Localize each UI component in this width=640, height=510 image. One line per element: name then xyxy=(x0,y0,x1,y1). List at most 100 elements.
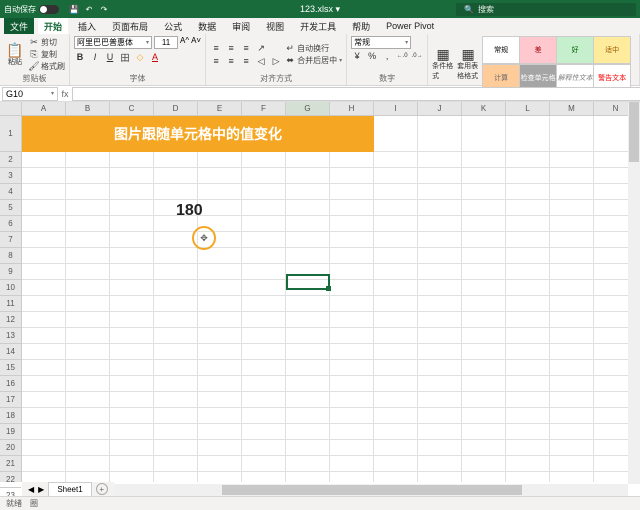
toggle-switch-icon[interactable] xyxy=(39,5,59,14)
sheet-nav-next[interactable]: ▶ xyxy=(38,485,44,494)
row-header[interactable]: 5 xyxy=(0,200,21,216)
style-neutral[interactable]: 适中 xyxy=(593,36,631,64)
select-all-corner[interactable] xyxy=(0,102,21,116)
scrollbar-thumb[interactable] xyxy=(629,102,639,162)
undo-icon[interactable]: ↶ xyxy=(84,4,94,14)
status-accessibility[interactable]: 圈 xyxy=(30,498,38,509)
cells-area[interactable]: document.write(Array(22).fill('<div clas… xyxy=(22,116,640,482)
font-decrease-button[interactable]: A˅ xyxy=(191,36,201,49)
currency-button[interactable]: ¥ xyxy=(351,50,363,62)
row-header[interactable]: 8 xyxy=(0,248,21,264)
tab-formulas[interactable]: 公式 xyxy=(158,18,188,34)
col-header[interactable]: B xyxy=(66,102,110,115)
row-header[interactable]: 15 xyxy=(0,360,21,376)
indent-decrease-button[interactable]: ◁ xyxy=(255,55,267,67)
sheet-tab[interactable]: Sheet1 xyxy=(48,482,91,496)
border-button[interactable]: 田 xyxy=(119,51,131,63)
search-box[interactable]: 🔍 搜索 xyxy=(456,3,636,16)
row-header[interactable]: 4 xyxy=(0,184,21,200)
row-header[interactable]: 21 xyxy=(0,456,21,472)
align-left-button[interactable]: ≡ xyxy=(210,55,222,67)
col-header[interactable]: I xyxy=(374,102,418,115)
name-box[interactable]: G10▾ xyxy=(2,87,58,101)
tab-home[interactable]: 开始 xyxy=(38,18,68,34)
format-as-table-button[interactable]: ▦套用表格格式 xyxy=(457,47,479,81)
col-header[interactable]: D xyxy=(154,102,198,115)
merged-title-cell[interactable]: 图片跟随单元格中的值变化 xyxy=(22,116,374,152)
style-normal[interactable]: 常规 xyxy=(482,36,520,64)
align-center-button[interactable]: ≡ xyxy=(225,55,237,67)
font-color-button[interactable]: A xyxy=(149,51,161,63)
row-header[interactable]: 13 xyxy=(0,328,21,344)
tab-dev[interactable]: 开发工具 xyxy=(294,18,342,34)
row-header[interactable]: 1 xyxy=(0,116,21,152)
row-header[interactable]: 7 xyxy=(0,232,21,248)
fill-color-button[interactable]: ◇ xyxy=(134,51,146,63)
row-header[interactable]: 20 xyxy=(0,440,21,456)
align-right-button[interactable]: ≡ xyxy=(240,55,252,67)
paste-button[interactable]: 📋 粘贴 xyxy=(4,38,26,72)
col-header[interactable]: K xyxy=(462,102,506,115)
row-header[interactable]: 19 xyxy=(0,424,21,440)
row-header[interactable]: 14 xyxy=(0,344,21,360)
row-header[interactable]: 3 xyxy=(0,168,21,184)
merge-center-button[interactable]: ⬌合并后居中▾ xyxy=(285,55,342,66)
bold-button[interactable]: B xyxy=(74,51,86,63)
active-cell-selection[interactable] xyxy=(286,274,330,290)
col-header[interactable]: A xyxy=(22,102,66,115)
orientation-button[interactable]: ↗ xyxy=(255,42,267,54)
cell-styles-gallery[interactable]: 常规 差 好 适中 计算 检查单元格 解释性文本 警告文本 xyxy=(482,36,630,92)
col-header[interactable]: H xyxy=(330,102,374,115)
col-header[interactable]: C xyxy=(110,102,154,115)
row-header[interactable]: 18 xyxy=(0,408,21,424)
comma-button[interactable]: , xyxy=(381,50,393,62)
cut-button[interactable]: ✂剪切 xyxy=(29,37,65,48)
align-bottom-button[interactable]: ≡ xyxy=(240,42,252,54)
filename[interactable]: 123.xlsx ▾ xyxy=(300,4,340,15)
col-header[interactable]: L xyxy=(506,102,550,115)
row-header[interactable]: 22 xyxy=(0,472,21,488)
fx-icon[interactable]: fx xyxy=(58,89,72,99)
tab-help[interactable]: 帮助 xyxy=(346,18,376,34)
align-top-button[interactable]: ≡ xyxy=(210,42,222,54)
format-painter-button[interactable]: 🖌格式刷 xyxy=(29,61,65,72)
conditional-format-button[interactable]: ▦条件格式 xyxy=(432,47,454,81)
autosave-toggle[interactable]: 自动保存 xyxy=(4,4,59,15)
row-header[interactable]: 11 xyxy=(0,296,21,312)
cell-value[interactable]: 180 xyxy=(176,202,203,220)
tab-powerpivot[interactable]: Power Pivot xyxy=(380,18,440,34)
tab-layout[interactable]: 页面布局 xyxy=(106,18,154,34)
col-header[interactable]: G xyxy=(286,102,330,115)
decrease-decimal-button[interactable]: .0→ xyxy=(411,50,423,62)
save-icon[interactable]: 💾 xyxy=(69,4,79,14)
tab-review[interactable]: 审阅 xyxy=(226,18,256,34)
col-header[interactable]: E xyxy=(198,102,242,115)
redo-icon[interactable]: ↷ xyxy=(99,4,109,14)
font-size-select[interactable]: 11 xyxy=(154,36,178,49)
row-header[interactable]: 9 xyxy=(0,264,21,280)
style-good[interactable]: 好 xyxy=(556,36,594,64)
scrollbar-thumb[interactable] xyxy=(222,485,522,495)
scrollbar-vertical[interactable] xyxy=(628,102,640,484)
font-increase-button[interactable]: A^ xyxy=(180,36,189,49)
tab-view[interactable]: 视图 xyxy=(260,18,290,34)
col-header[interactable]: J xyxy=(418,102,462,115)
style-bad[interactable]: 差 xyxy=(519,36,557,64)
row-header[interactable]: 2 xyxy=(0,152,21,168)
add-sheet-button[interactable]: + xyxy=(96,483,108,495)
row-header[interactable]: 12 xyxy=(0,312,21,328)
underline-button[interactable]: U xyxy=(104,51,116,63)
tab-file[interactable]: 文件 xyxy=(4,18,34,34)
tab-data[interactable]: 数据 xyxy=(192,18,222,34)
percent-button[interactable]: % xyxy=(366,50,378,62)
copy-button[interactable]: ⎘复制 xyxy=(29,49,65,60)
formula-bar[interactable] xyxy=(72,87,640,101)
row-header[interactable]: 10 xyxy=(0,280,21,296)
row-header[interactable]: 16 xyxy=(0,376,21,392)
row-header[interactable]: 17 xyxy=(0,392,21,408)
align-middle-button[interactable]: ≡ xyxy=(225,42,237,54)
increase-decimal-button[interactable]: ←.0 xyxy=(396,50,408,62)
col-header[interactable]: M xyxy=(550,102,594,115)
number-format-select[interactable]: 常规▾ xyxy=(351,36,411,49)
wrap-text-button[interactable]: ↵自动换行 xyxy=(285,43,342,54)
